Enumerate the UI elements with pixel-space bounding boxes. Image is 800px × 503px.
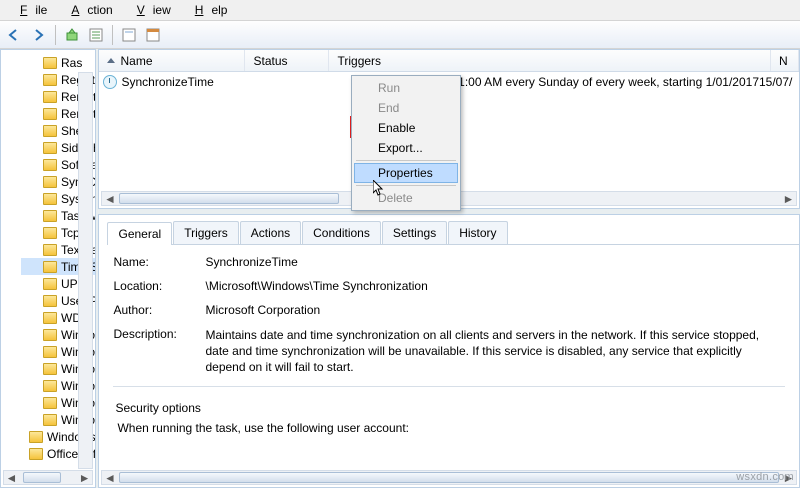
- folder-icon: [43, 261, 57, 273]
- task-next-cell: 15/07/: [759, 75, 799, 89]
- security-label: Security options: [113, 395, 785, 421]
- menu-view[interactable]: View: [121, 0, 179, 20]
- tab-conditions[interactable]: Conditions: [302, 221, 381, 244]
- toolbar: [0, 21, 800, 49]
- ctx-export[interactable]: Export...: [354, 138, 458, 158]
- tab-settings[interactable]: Settings: [382, 221, 447, 244]
- description-label: Description:: [113, 327, 205, 376]
- ctx-end[interactable]: End: [354, 98, 458, 118]
- menu-help[interactable]: Help: [179, 0, 236, 20]
- location-label: Location:: [113, 279, 205, 293]
- ctx-delete[interactable]: Delete: [354, 188, 458, 208]
- folder-icon: [43, 329, 57, 341]
- col-status[interactable]: Status: [245, 50, 329, 71]
- detail-scrollbar-h[interactable]: ◄►: [101, 470, 797, 485]
- ctx-properties[interactable]: Properties: [354, 163, 458, 183]
- ctx-enable[interactable]: Enable: [354, 118, 458, 138]
- folder-icon: [43, 142, 57, 154]
- folder-icon: [29, 448, 43, 460]
- col-triggers[interactable]: Triggers: [329, 50, 771, 71]
- tree-item[interactable]: Ras: [21, 54, 95, 71]
- menu-file[interactable]: FFileile: [4, 0, 55, 20]
- folder-icon: [43, 108, 57, 120]
- folder-icon: [43, 57, 57, 69]
- col-next[interactable]: N: [771, 50, 799, 71]
- folder-icon: [43, 210, 57, 222]
- folder-icon: [43, 414, 57, 426]
- tabs: General Triggers Actions Conditions Sett…: [107, 221, 799, 245]
- folder-icon: [43, 193, 57, 205]
- author-label: Author:: [113, 303, 205, 317]
- folder-icon: [43, 176, 57, 188]
- col-name[interactable]: Name: [99, 50, 245, 71]
- tab-general[interactable]: General: [107, 222, 172, 245]
- folder-icon: [43, 159, 57, 171]
- up-button[interactable]: [61, 24, 83, 46]
- folder-icon: [43, 91, 57, 103]
- refresh-button[interactable]: [85, 24, 107, 46]
- task-name-cell: SynchronizeTime: [121, 75, 247, 89]
- folder-icon: [43, 312, 57, 324]
- context-menu: Run End Enable Export... Properties Dele…: [351, 75, 461, 211]
- tree-scrollbar-v[interactable]: [78, 72, 93, 469]
- clock-icon: [103, 75, 117, 89]
- name-value: SynchronizeTime: [205, 255, 785, 269]
- properties-toolbar-button[interactable]: [118, 24, 140, 46]
- folder-icon: [43, 74, 57, 86]
- folder-icon: [43, 295, 57, 307]
- menu-action[interactable]: Action: [55, 0, 120, 20]
- name-label: Name:: [113, 255, 205, 269]
- detail-pane: General Triggers Actions Conditions Sett…: [98, 214, 800, 488]
- author-value: Microsoft Corporation: [205, 303, 785, 317]
- list-header: Name Status Triggers N: [99, 50, 799, 72]
- folder-icon: [43, 397, 57, 409]
- watermark: wsxdn.com: [736, 471, 794, 483]
- tab-history[interactable]: History: [448, 221, 507, 244]
- folder-icon: [43, 244, 57, 256]
- cursor-icon: [373, 180, 385, 196]
- description-value: Maintains date and time synchronization …: [205, 327, 785, 376]
- location-value: \Microsoft\Windows\Time Synchronization: [205, 279, 785, 293]
- folder-icon: [43, 278, 57, 290]
- forward-button[interactable]: [28, 24, 50, 46]
- back-button[interactable]: [4, 24, 26, 46]
- tree-scrollbar-h[interactable]: ◄►: [3, 470, 93, 485]
- tab-actions[interactable]: Actions: [240, 221, 301, 244]
- menubar: FFileile Action View Help: [0, 0, 800, 21]
- folder-icon: [43, 227, 57, 239]
- tab-triggers[interactable]: Triggers: [173, 221, 239, 244]
- folder-icon: [43, 346, 57, 358]
- tree-pane: RasRegistryRemoteApp and DRemoteAssistan…: [0, 49, 96, 488]
- folder-icon: [29, 431, 43, 443]
- folder-icon: [43, 363, 57, 375]
- hide-pane-button[interactable]: [142, 24, 164, 46]
- folder-icon: [43, 125, 57, 137]
- folder-icon: [43, 380, 57, 392]
- ctx-run[interactable]: Run: [354, 78, 458, 98]
- user-account-label: When running the task, use the following…: [113, 421, 785, 435]
